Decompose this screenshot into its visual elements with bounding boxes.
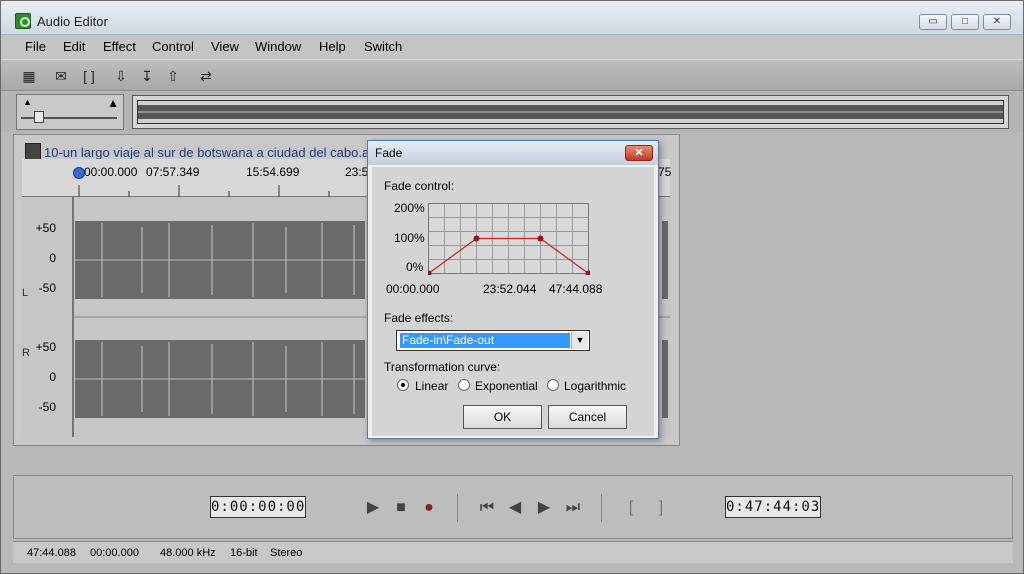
close-button[interactable]: ✕	[983, 14, 1011, 30]
dialog-body: Fade control: 200% 100% 0% 00:00.000 23:…	[372, 167, 654, 436]
minimize-button[interactable]: ▭	[919, 14, 947, 30]
skip-to-start-icon[interactable]: ⏮	[477, 498, 497, 518]
radio-logarithmic-label: Logarithmic	[564, 379, 627, 393]
overview-row: ▲ ▲	[1, 92, 1023, 132]
volume-thumb[interactable]	[33, 111, 44, 123]
menu-effect[interactable]: Effect	[103, 39, 136, 54]
volume-slider[interactable]: ▲ ▲	[16, 94, 124, 130]
fade-dialog: Fade ✕ Fade control: 200% 100% 0% 00:00.…	[367, 140, 659, 439]
maximize-button[interactable]: □	[951, 14, 979, 30]
mix-down-icon[interactable]: ⇩	[111, 66, 131, 86]
step-forward-icon[interactable]: ▶	[534, 498, 554, 518]
menu-window[interactable]: Window	[255, 39, 301, 54]
menu-help[interactable]: Help	[319, 39, 346, 54]
skip-to-end-icon[interactable]: ⏭	[563, 498, 583, 518]
dialog-title: Fade	[375, 146, 403, 160]
step-back-icon[interactable]: ◀	[505, 498, 525, 518]
total-time-display: 0:47:44:03	[725, 496, 821, 518]
status-sample-rate: 48.000 kHz	[160, 547, 216, 559]
menu-switch[interactable]: Switch	[364, 39, 402, 54]
status-channels: Stereo	[270, 547, 303, 559]
x-axis-label: 47:44.088	[549, 282, 603, 296]
fade-effects-select[interactable]: Fade-in\Fade-out ▼	[396, 330, 590, 351]
transport-divider	[457, 494, 458, 522]
record-icon[interactable]: ●	[419, 498, 439, 518]
radio-exponential[interactable]	[458, 379, 470, 391]
y-axis-label: 100%	[394, 231, 425, 245]
fade-effects-value: Fade-in\Fade-out	[400, 333, 570, 348]
radio-linear[interactable]	[397, 379, 409, 391]
document-title: 10-un largo viaje al sur de botswana a c…	[44, 145, 379, 160]
status-bit-depth: 16-bit	[230, 547, 258, 559]
mark-in-icon[interactable]: [	[621, 498, 641, 518]
menu-edit[interactable]: Edit	[63, 39, 85, 54]
chevron-down-icon[interactable]: ▼	[571, 332, 588, 349]
audio-editor-window: Audio Editor ▭ □ ✕ File Edit Effect Cont…	[0, 0, 1024, 574]
fade-effects-label: Fade effects:	[384, 311, 454, 325]
status-position: 00:00.000	[90, 547, 139, 559]
play-icon[interactable]: ▶	[363, 498, 383, 518]
envelope-point[interactable]	[537, 235, 544, 242]
radio-logarithmic[interactable]	[547, 379, 559, 391]
transport-bar: 0:00:00:00 ▶ ■ ● ⏮ ◀ ▶ ⏭ [ ] 0:47:44:03	[13, 475, 1013, 539]
status-duration: 47:44.088	[27, 547, 76, 559]
dialog-title-bar[interactable]: Fade ✕	[368, 141, 658, 165]
waveform-overview[interactable]	[132, 95, 1009, 129]
menu-file[interactable]: File	[25, 39, 46, 54]
mix-up-icon[interactable]: ⇧	[163, 66, 183, 86]
app-logo-icon	[15, 13, 31, 29]
ok-button[interactable]: OK	[463, 405, 542, 429]
cancel-button[interactable]: Cancel	[548, 405, 627, 429]
menu-control[interactable]: Control	[152, 39, 194, 54]
insert-icon[interactable]: ↧	[137, 66, 157, 86]
bracket-select-icon[interactable]: [ ]	[79, 66, 99, 86]
menu-bar: File Edit Effect Control View Window Hel…	[1, 35, 1023, 59]
x-axis-label: 23:52.044	[483, 282, 537, 296]
radio-exponential-label: Exponential	[475, 379, 538, 393]
menu-view[interactable]: View	[211, 39, 239, 54]
calculator-icon[interactable]: ▦	[19, 66, 39, 86]
x-axis-label: 00:00.000	[386, 282, 440, 296]
envelope-icon[interactable]: ✉	[51, 66, 71, 86]
stop-icon[interactable]: ■	[391, 498, 411, 518]
y-axis-label: 200%	[394, 201, 425, 215]
fade-control-label: Fade control:	[384, 179, 455, 193]
volume-low-icon: ▲	[23, 97, 32, 107]
current-time-display: 0:00:00:00	[210, 496, 306, 518]
volume-high-icon: ▲	[107, 96, 119, 110]
toolbar: ▦ ✉ [ ] ⇩ ↧ ⇧ ⇄	[1, 59, 1023, 91]
app-title: Audio Editor	[37, 14, 108, 29]
y-axis-label: 0%	[406, 260, 424, 274]
radio-linear-label: Linear	[415, 379, 449, 393]
envelope-point[interactable]	[473, 235, 480, 242]
overview-waveform	[137, 100, 1004, 124]
transformation-curve-label: Transformation curve:	[384, 360, 501, 374]
swap-icon[interactable]: ⇄	[196, 66, 216, 86]
transport-divider	[601, 494, 602, 522]
title-bar: Audio Editor ▭ □ ✕	[1, 1, 1023, 35]
status-bar: 47:44.088 00:00.000 48.000 kHz 16-bit St…	[13, 541, 1013, 563]
dialog-close-button[interactable]: ✕	[625, 145, 653, 161]
fade-envelope-graph[interactable]	[428, 203, 590, 275]
mark-out-icon[interactable]: ]	[651, 498, 671, 518]
